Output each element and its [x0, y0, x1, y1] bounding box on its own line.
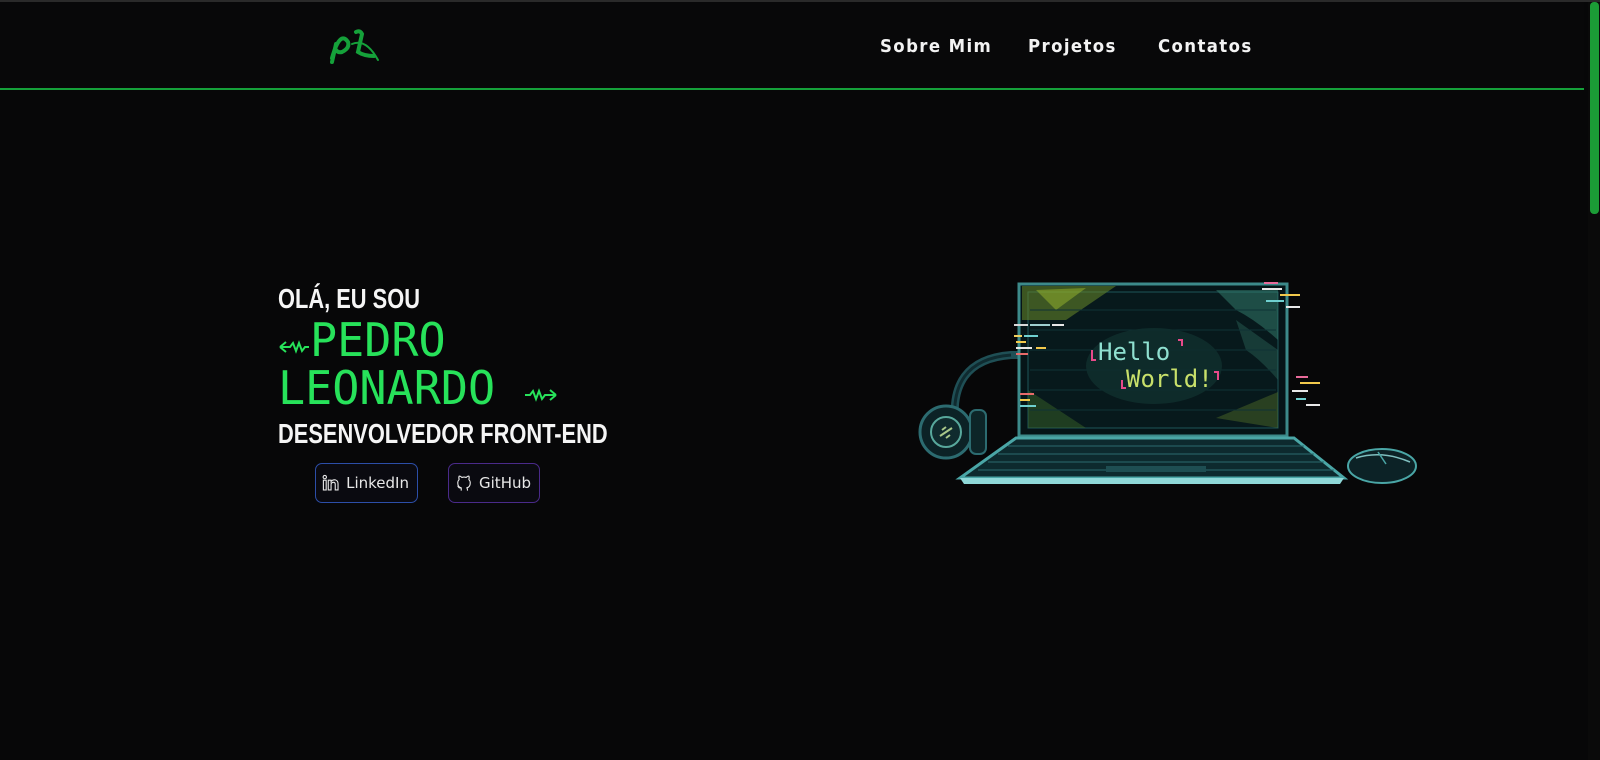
- scrollbar-thumb[interactable]: [1590, 2, 1599, 214]
- squiggle-arrow-left-icon: [279, 340, 309, 354]
- hero-name-last: LEONARDO: [278, 361, 496, 415]
- github-label: GitHub: [479, 474, 531, 492]
- portfolio-page: Sobre Mim Projetos Contatos OLÁ, EU SOU …: [0, 0, 1600, 760]
- hero-role: DESENVOLVEDOR FRONT-END: [278, 418, 608, 449]
- laptop-illustration: Hello World!: [918, 282, 1417, 484]
- nav-link-projetos[interactable]: Projetos: [1028, 36, 1117, 57]
- laptop-keyboard: [955, 436, 1349, 484]
- nav-links: Sobre Mim Projetos Contatos: [0, 36, 1584, 60]
- linkedin-label: LinkedIn: [346, 474, 409, 492]
- hero-greeting: OLÁ, EU SOU: [278, 283, 420, 314]
- hello-text: Hello: [1098, 338, 1170, 366]
- nav-link-contatos[interactable]: Contatos: [1158, 36, 1253, 57]
- linkedin-icon: [322, 474, 339, 491]
- mouse-icon: [1347, 448, 1417, 484]
- nav-link-sobre-mim[interactable]: Sobre Mim: [880, 36, 992, 57]
- navbar: Sobre Mim Projetos Contatos: [0, 2, 1584, 90]
- github-icon: [457, 475, 471, 491]
- linkedin-button[interactable]: LinkedIn: [315, 463, 418, 503]
- github-button[interactable]: GitHub: [448, 463, 540, 503]
- laptop-screen: Hello World!: [1014, 282, 1320, 438]
- hero-name-first: PEDRO: [310, 313, 446, 367]
- squiggle-arrow-right-icon: [525, 388, 557, 402]
- world-text: World!: [1126, 365, 1213, 393]
